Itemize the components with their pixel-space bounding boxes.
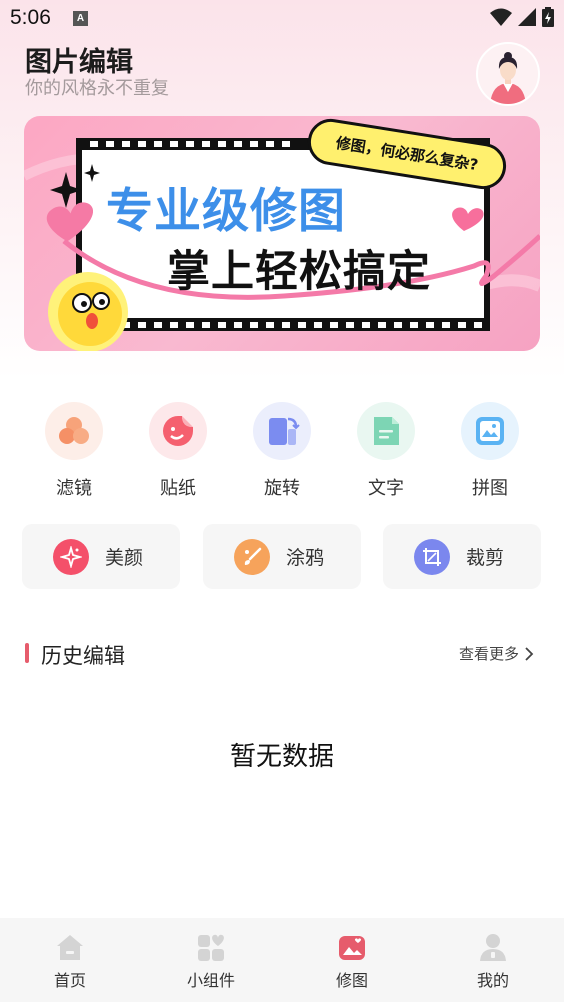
nav-label-photo-edit: 修图 (335, 971, 368, 990)
sticker-icon (149, 402, 207, 460)
tool-collage[interactable]: 拼图 (450, 402, 530, 500)
tool-label-sticker: 贴纸 (160, 478, 196, 499)
card-doodle[interactable]: 涂鸦 (203, 524, 361, 589)
page-subtitle: 你的风格永不重复 (25, 78, 169, 99)
nav-label-home: 首页 (53, 971, 86, 990)
nav-item-home[interactable]: 首页 (20, 918, 120, 1002)
battery-icon (542, 7, 554, 27)
photo-edit-icon (339, 936, 365, 960)
filter-icon (45, 402, 103, 460)
signal-icon (518, 8, 536, 26)
card-label-doodle: 涂鸦 (286, 547, 325, 569)
promo-banner[interactable]: 修图，何必那么复杂? 专业级修图 掌上轻松搞定 (24, 116, 540, 351)
banner-title-line2: 掌上轻松搞定 (167, 247, 431, 297)
card-crop[interactable]: 裁剪 (383, 524, 541, 589)
widgets-icon (198, 934, 224, 961)
status-time: 5:06 (10, 6, 51, 29)
tool-label-rotate: 旋转 (264, 478, 300, 499)
profile-icon (480, 934, 506, 961)
nav-item-profile[interactable]: 我的 (443, 918, 543, 1002)
nav-item-widgets[interactable]: 小组件 (161, 918, 261, 1002)
tool-label-filter: 滤镜 (56, 478, 92, 499)
tool-rotate[interactable]: 旋转 (242, 402, 322, 500)
crop-icon (414, 538, 450, 575)
tool-filter[interactable]: 滤镜 (34, 402, 114, 500)
doodle-icon (234, 538, 270, 575)
bottom-nav: 首页 小组件 修图 我的 (0, 918, 564, 1002)
card-beauty[interactable]: 美颜 (22, 524, 180, 589)
view-more-label: 查看更多 (459, 645, 520, 663)
nav-item-photo-edit[interactable]: 修图 (302, 918, 402, 1002)
tool-text[interactable]: 文字 (346, 402, 426, 500)
text-icon (357, 402, 415, 460)
banner-title-line1: 专业级修图 (106, 184, 346, 239)
nav-label-widgets: 小组件 (186, 971, 235, 990)
tool-sticker[interactable]: 贴纸 (138, 402, 218, 500)
avatar-icon (478, 44, 538, 104)
collage-icon (461, 402, 519, 460)
home-icon (57, 935, 83, 960)
avatar[interactable] (476, 42, 540, 106)
tool-label-text: 文字 (368, 478, 404, 499)
status-bar: 5:06 A (0, 0, 564, 36)
section-accent-bar (25, 643, 29, 663)
card-label-crop: 裁剪 (466, 547, 505, 569)
history-title: 历史编辑 (41, 644, 125, 668)
view-more-link[interactable]: 查看更多 (459, 643, 534, 664)
notification-icon: A (73, 11, 88, 26)
empty-state-text: 暂无数据 (229, 742, 334, 772)
rotate-icon (253, 402, 311, 460)
tool-label-collage: 拼图 (472, 478, 508, 499)
beauty-icon (53, 538, 89, 575)
card-label-beauty: 美颜 (105, 547, 144, 569)
nav-label-profile: 我的 (476, 971, 509, 990)
status-icons (490, 7, 554, 27)
wifi-icon (490, 8, 512, 26)
chevron-right-icon (525, 646, 534, 661)
